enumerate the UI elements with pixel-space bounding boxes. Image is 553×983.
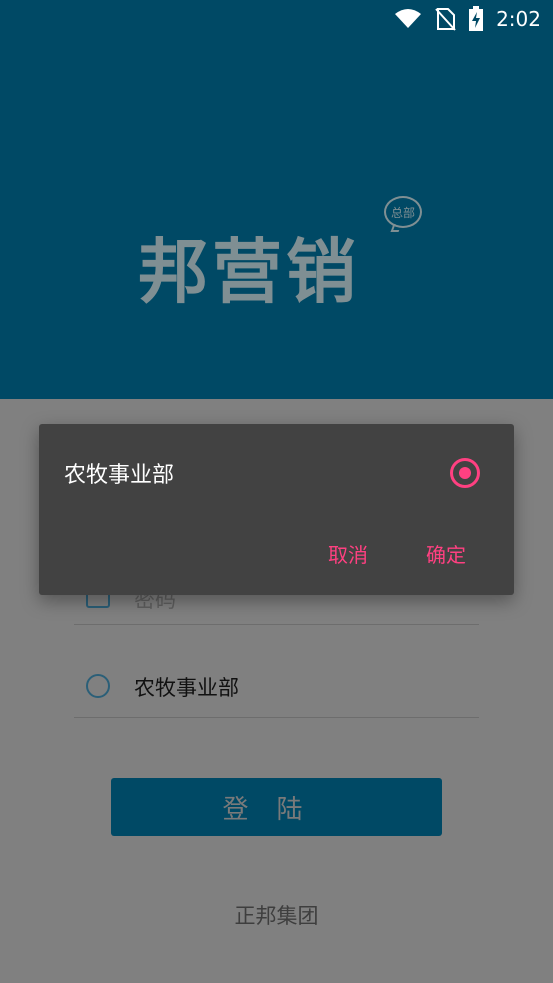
department-dialog: 农牧事业部 取消 确定 [39, 424, 514, 595]
dialog-option-label[interactable]: 农牧事业部 [64, 457, 174, 489]
header-banner: 2:02 邦营销 总部 [0, 0, 553, 399]
password-underline [74, 624, 479, 625]
confirm-button[interactable]: 确定 [426, 539, 466, 568]
login-button[interactable]: 登陆 [111, 778, 442, 836]
status-bar: 2:02 [0, 0, 553, 38]
app-logo: 邦营销 总部 [138, 196, 428, 313]
logo-text: 邦营销 [138, 230, 360, 313]
no-sim-icon [435, 8, 456, 31]
radio-selected-icon[interactable] [450, 458, 480, 488]
department-icon [86, 674, 110, 698]
footer-company: 正邦集团 [234, 904, 319, 928]
radio-dot [459, 467, 471, 479]
department-select[interactable]: 农牧事业部 [134, 672, 239, 702]
logo-badge: 总部 [384, 196, 422, 228]
wifi-icon [395, 9, 422, 28]
cancel-button[interactable]: 取消 [328, 539, 368, 568]
battery-charging-icon [469, 6, 484, 31]
department-underline [74, 717, 479, 718]
status-time: 2:02 [496, 7, 541, 31]
